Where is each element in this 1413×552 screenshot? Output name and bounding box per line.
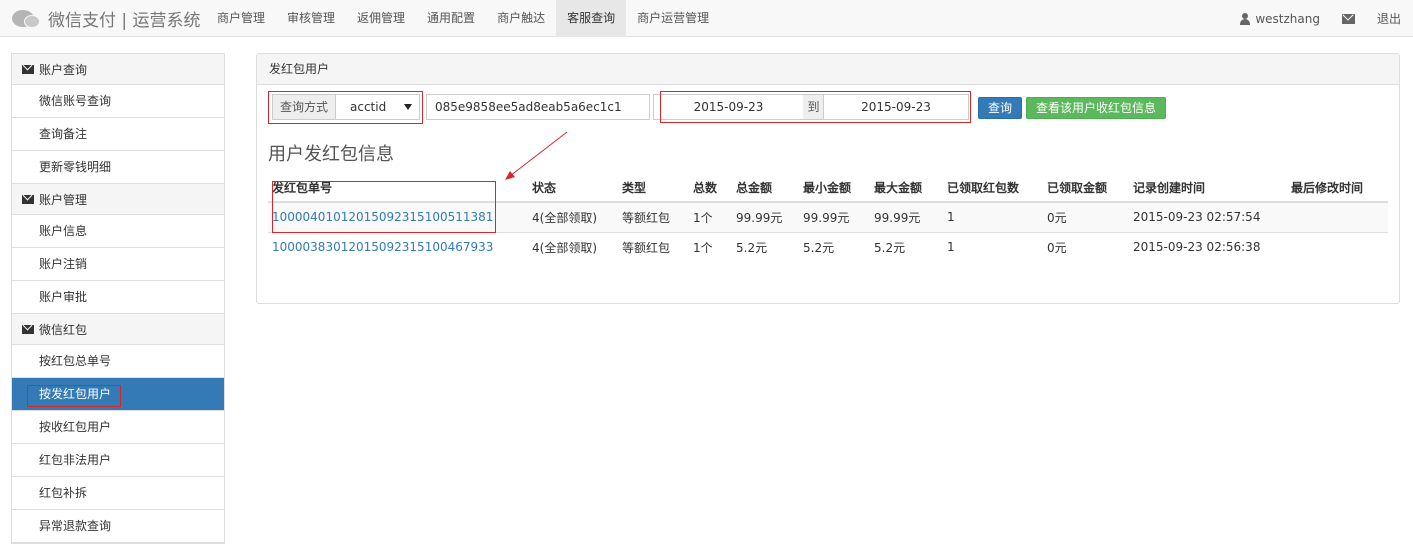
view-received-button[interactable]: 查看该用户收红包信息 (1026, 97, 1166, 119)
envelope-icon[interactable] (1341, 13, 1355, 24)
sidebar-group-account-management[interactable]: 账户管理 (12, 184, 224, 215)
sidebar-item-query-notes[interactable]: 查询备注 (12, 118, 224, 151)
cell-count: 1个 (689, 231, 732, 262)
nav-right: westzhang 退出 (1240, 0, 1401, 37)
cell-modified-time (1287, 201, 1388, 232)
col-header: 最后修改时间 (1287, 173, 1388, 203)
col-header: 总数 (689, 173, 732, 203)
section-title: 用户发红包信息 (268, 144, 394, 165)
cell-received-amount: 0元 (1043, 231, 1129, 262)
cell-max-amount: 5.2元 (870, 231, 943, 262)
sidebar-group-account-query[interactable]: 账户查询 (12, 54, 224, 85)
cell-total-amount: 99.99元 (732, 201, 799, 232)
nav-item-review-management[interactable]: 审核管理 (276, 0, 346, 37)
nav-item-rebate-management[interactable]: 返佣管理 (346, 0, 416, 37)
sidebar-item-illegal-users[interactable]: 红包非法用户 (12, 444, 224, 477)
order-id-link[interactable]: 10000383012015092315100467933 (272, 240, 493, 254)
envelope-icon (22, 194, 34, 204)
nav-item-merchant-management[interactable]: 商户管理 (206, 0, 276, 37)
sidebar-item-account-approval[interactable]: 账户审批 (12, 281, 224, 314)
nav-item-merchant-operations[interactable]: 商户运营管理 (626, 0, 720, 37)
sidebar-item-abnormal-refund[interactable]: 异常退款查询 (12, 510, 224, 543)
wechat-logo-icon (12, 8, 42, 30)
nav-item-merchant-reach[interactable]: 商户触达 (486, 0, 556, 37)
cell-type: 等额红包 (618, 231, 689, 262)
search-button[interactable]: 查询 (978, 97, 1022, 119)
sidebar: 账户查询 微信账号查询 查询备注 更新零钱明细 账户管理 账户信息 账户注销 账… (11, 53, 225, 544)
brand-title: 微信支付 | 运营系统 (48, 11, 201, 31)
col-header: 最小金额 (799, 173, 870, 203)
cell-received-count: 1 (943, 231, 1043, 262)
sidebar-item-by-receiver[interactable]: 按收红包用户 (12, 411, 224, 444)
nav-item-general-config[interactable]: 通用配置 (416, 0, 486, 37)
cell-created-time: 2015-09-23 02:56:38 (1129, 231, 1287, 262)
user-menu[interactable]: westzhang (1240, 12, 1320, 26)
cell-min-amount: 5.2元 (799, 231, 870, 262)
sidebar-group-title: 微信红包 (39, 322, 88, 337)
top-navbar: 微信支付 | 运营系统 商户管理 审核管理 返佣管理 通用配置 商户触达 客服查… (0, 0, 1413, 37)
nav-menu: 商户管理 审核管理 返佣管理 通用配置 商户触达 客服查询 商户运营管理 (206, 0, 720, 37)
sidebar-item-account-cancel[interactable]: 账户注销 (12, 248, 224, 281)
cell-modified-time (1287, 231, 1388, 262)
col-header: 已领取红包数 (943, 173, 1043, 203)
cell-order-id[interactable]: 10000383012015092315100467933 (268, 231, 528, 262)
brand[interactable]: 微信支付 | 运营系统 (12, 0, 201, 37)
user-id-input[interactable] (426, 94, 650, 120)
sidebar-group-title: 账户管理 (39, 192, 88, 207)
user-icon (1240, 12, 1251, 25)
sidebar-group-title: 账户查询 (39, 62, 88, 77)
cell-max-amount: 99.99元 (870, 201, 943, 232)
sidebar-item-wechat-account-query[interactable]: 微信账号查询 (12, 85, 224, 118)
sidebar-item-update-change-details[interactable]: 更新零钱明细 (12, 151, 224, 184)
sidebar-item-account-info[interactable]: 账户信息 (12, 215, 224, 248)
cell-total-amount: 5.2元 (732, 231, 799, 262)
envelope-icon (22, 324, 34, 334)
sidebar-group-wechat-red-packet[interactable]: 微信红包 (12, 314, 224, 345)
col-header: 总金额 (732, 173, 799, 203)
envelope-icon (22, 64, 34, 74)
cell-created-time: 2015-09-23 02:57:54 (1129, 201, 1287, 232)
username: westzhang (1255, 11, 1320, 26)
col-header: 记录创建时间 (1129, 173, 1287, 203)
col-header: 已领取金额 (1043, 173, 1129, 203)
col-header: 最大金额 (870, 173, 943, 203)
sidebar-item-packet-reopen[interactable]: 红包补拆 (12, 477, 224, 510)
col-header: 状态 (528, 173, 618, 203)
sidebar-item-by-packet-order[interactable]: 按红包总单号 (12, 345, 224, 378)
highlight-box (27, 385, 121, 407)
cell-type: 等额红包 (618, 201, 689, 232)
cell-count: 1个 (689, 201, 732, 232)
table-row: 10000383012015092315100467933 4(全部领取) 等额… (268, 231, 1388, 262)
cell-status: 4(全部领取) (528, 201, 618, 232)
sidebar-item-by-sender[interactable]: 按发红包用户 (12, 378, 224, 411)
panel-title: 发红包用户 (257, 54, 1399, 85)
highlight-box (660, 91, 971, 123)
cell-min-amount: 99.99元 (799, 201, 870, 232)
logout-link[interactable]: 退出 (1377, 10, 1401, 27)
nav-item-customer-service-query[interactable]: 客服查询 (556, 0, 627, 37)
highlight-box (272, 181, 496, 233)
cell-status: 4(全部领取) (528, 231, 618, 262)
col-header: 类型 (618, 173, 689, 203)
highlight-box (268, 91, 423, 124)
cell-received-amount: 0元 (1043, 201, 1129, 232)
cell-received-count: 1 (943, 201, 1043, 232)
